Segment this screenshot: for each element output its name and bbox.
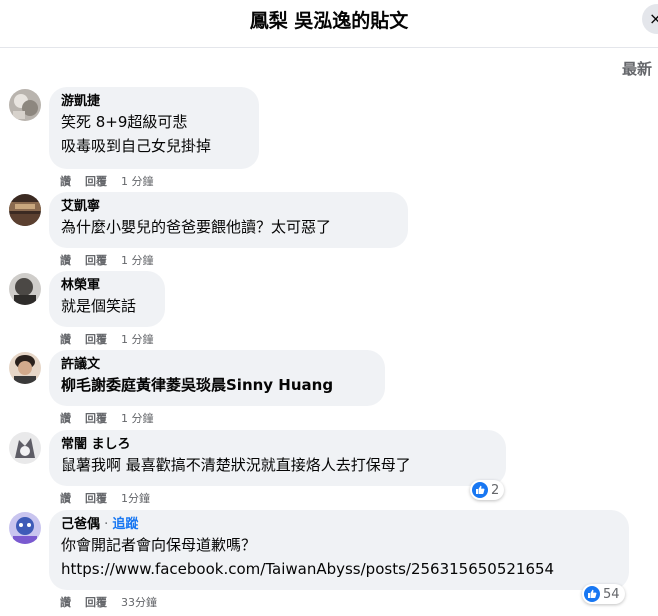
avatar[interactable] [9,352,41,384]
comment-link[interactable]: https://www.facebook.com/TaiwanAbyss/pos… [61,557,617,581]
reaction-number: 54 [603,586,620,602]
follow-link[interactable]: 追蹤 [112,517,138,532]
comment-author[interactable]: 林榮軍 [61,277,153,294]
timestamp[interactable]: 1 分鐘 [121,175,154,188]
comment-bubble: 許議文 柳毛謝委庭黃律菱吳琰晨Sinny Huang [49,350,385,406]
comment-actions: 讚 回覆 33分鐘 [60,594,171,610]
timestamp[interactable]: 1 分鐘 [121,412,154,425]
timestamp[interactable]: 1 分鐘 [121,254,154,267]
post-title: 鳳梨 吳泓逸的貼文 [249,10,409,32]
avatar[interactable] [9,194,41,226]
comment-bubble: 林榮軍 就是個笑話 [49,271,165,327]
comment-author[interactable]: 常闇 ましろ [61,436,494,453]
comment-text-line: 就是個笑話 [61,297,137,315]
avatar[interactable] [9,512,41,544]
comment-author-row: 己爸偶 · 追蹤 [61,517,139,532]
timestamp[interactable]: 33分鐘 [121,596,157,609]
comment-text-line: 鼠薯我啊 最喜歡搞不清楚狀況就直接烙人去打保母了 [61,456,411,474]
reply-button[interactable]: 回覆 [85,492,107,505]
timestamp[interactable]: 1分鐘 [121,492,150,505]
reaction-number: 2 [491,482,500,498]
reaction-count[interactable]: 54 [582,584,625,604]
close-icon: × [649,9,658,28]
comment-author[interactable]: 艾凱寧 [61,198,396,215]
comment-author[interactable]: 游凱捷 [61,93,247,110]
comment-actions: 讚 回覆 1 分鐘 [60,173,168,189]
avatar-image [9,352,41,384]
comment-author[interactable]: 許議文 [61,356,373,373]
reply-button[interactable]: 回覆 [85,333,107,346]
like-button[interactable]: 讚 [60,596,71,609]
reply-button[interactable]: 回覆 [85,412,107,425]
comment-text-line: 為什麼小嬰兒的爸爸要餵他讀？太可惡了 [61,218,332,236]
avatar-image [9,432,41,464]
comment-bubble: 常闇 ましろ 鼠薯我啊 最喜歡搞不清楚狀況就直接烙人去打保母了 [49,430,506,486]
comment-actions: 讚 回覆 1分鐘 [60,490,164,506]
avatar-image [9,89,41,121]
like-icon [472,482,488,498]
dialog-header: 鳳梨 吳泓逸的貼文 × [0,0,658,48]
comment-actions: 讚 回覆 1 分鐘 [60,331,168,347]
comment-bubble: 游凱捷 笑死 8+9超級可悲 吸毒吸到自己女兒掛掉 [49,87,259,169]
avatar[interactable] [9,273,41,305]
mentioned-users[interactable]: 柳毛謝委庭黃律菱吳琰晨Sinny Huang [61,373,373,397]
like-icon [584,586,600,602]
avatar[interactable] [9,432,41,464]
like-button[interactable]: 讚 [60,412,71,425]
like-button[interactable]: 讚 [60,333,71,346]
like-button[interactable]: 讚 [60,254,71,267]
comment-bubble: 艾凱寧 為什麼小嬰兒的爸爸要餵他讀？太可惡了 [49,192,408,248]
avatar-image [9,273,41,305]
reaction-count[interactable]: 2 [470,480,505,500]
comment-text-line: 你會開記者會向保母道歉嗎？ [61,536,257,554]
avatar[interactable] [9,89,41,121]
reply-button[interactable]: 回覆 [85,254,107,267]
comment-bubble: 己爸偶 · 追蹤 你會開記者會向保母道歉嗎？ https://www.faceb… [49,510,629,590]
like-button[interactable]: 讚 [60,175,71,188]
comment-actions: 讚 回覆 1 分鐘 [60,252,168,268]
comment-text-line: 吸毒吸到自己女兒掛掉 [61,137,212,155]
reply-button[interactable]: 回覆 [85,596,107,609]
comment-actions: 讚 回覆 1 分鐘 [60,410,168,426]
reply-button[interactable]: 回覆 [85,175,107,188]
avatar-image [9,194,41,226]
like-button[interactable]: 讚 [60,492,71,505]
avatar-image [9,512,41,544]
comment-text-line: 笑死 8+9超級可悲 [61,113,188,131]
comment-author[interactable]: 己爸偶 [61,517,100,532]
timestamp[interactable]: 1 分鐘 [121,333,154,346]
sort-dropdown[interactable]: 最新 [622,58,652,79]
